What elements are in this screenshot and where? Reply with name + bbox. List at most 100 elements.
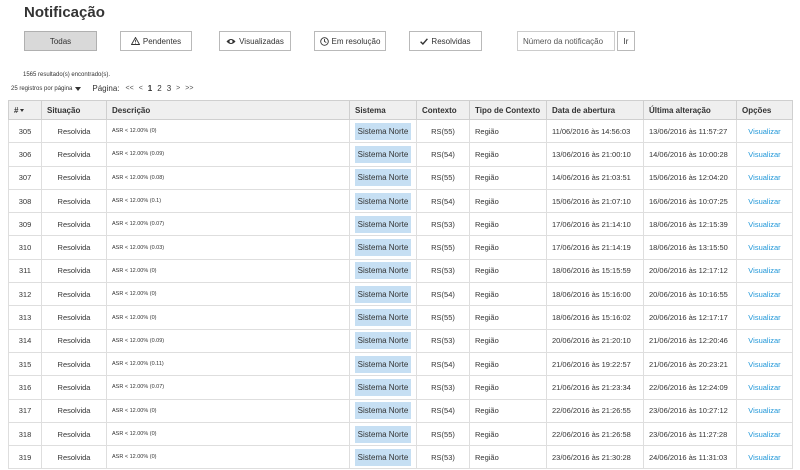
cell-opened-date: 20/06/2016 às 21:20:10 [552,336,631,346]
cell-context-type: Região [475,219,499,229]
first-page-link[interactable]: << [126,85,134,92]
col-header-descricao[interactable]: Descrição [106,100,350,120]
cell-context: RS(54) [431,196,455,206]
view-link[interactable]: Visualizar [748,430,780,439]
cell-opened-date-cell: 20/06/2016 às 21:20:10 [546,328,644,353]
cell-opened-date: 14/06/2016 às 21:03:51 [552,173,631,183]
col-header-sistema[interactable]: Sistema [349,100,417,120]
cell-context: RS(53) [431,336,455,346]
cell-description: ASR < 12.00% (0.07) [112,384,165,391]
cell-system-cell: Sistema Norte [349,188,417,214]
go-button[interactable]: Ir [617,31,635,51]
col-header-ultima-alteracao[interactable]: Última alteração [643,100,737,120]
cell-id: 311 [19,266,31,276]
cell-status-cell: Resolvida [41,305,107,330]
cell-system: Sistema Norte [354,355,412,373]
view-link[interactable]: Visualizar [748,243,780,252]
page-link[interactable]: 2 [157,84,161,93]
view-link-cell: Visualizar [736,212,793,237]
table-row: 317 Resolvida ASR < 12.00% (0) Sistema Nort… [8,398,793,423]
view-link[interactable]: Visualizar [748,313,780,322]
filter-todas-button[interactable]: Todas [24,31,97,51]
notification-number-input[interactable] [517,31,615,51]
table-row: 318 Resolvida ASR < 12.00% (0) Sistema Nort… [8,421,793,447]
per-page-select[interactable]: 25 registros por página [11,86,82,92]
view-link[interactable]: Visualizar [748,173,780,182]
table-header-row: # Situação Descrição Sistema Contexto Ti… [8,100,793,120]
cell-context-type-cell: Região [469,142,547,167]
cell-changed-date-cell: 18/06/2016 às 12:15:39 [643,212,737,237]
table-row: 311 Resolvida ASR < 12.00% (0) Sistema Nort… [8,258,793,284]
cell-system: Sistema Norte [354,122,412,140]
cell-status: Resolvida [57,452,91,462]
cell-status-cell: Resolvida [41,375,107,400]
view-link[interactable]: Visualizar [748,220,780,229]
cell-id-cell: 314 [8,328,42,353]
prev-page-link[interactable]: < [139,85,143,92]
cell-description: ASR < 12.00% (0) [112,128,157,135]
cell-description-cell: ASR < 12.00% (0) [106,445,350,470]
cell-id-cell: 305 [8,118,42,144]
table-row: 319 Resolvida ASR < 12.00% (0) Sistema Nort… [8,445,793,470]
page-link[interactable]: 3 [167,84,171,93]
cell-changed-date: 23/06/2016 às 10:27:12 [649,406,728,416]
col-header-data-abertura[interactable]: Data de abertura [546,100,644,120]
cell-opened-date-cell: 13/06/2016 às 21:00:10 [546,142,644,167]
view-link[interactable]: Visualizar [748,336,780,345]
cell-description-cell: ASR < 12.00% (0.1) [106,188,350,214]
view-link[interactable]: Visualizar [748,290,780,299]
cell-context-cell: RS(54) [416,398,470,423]
cell-opened-date: 17/06/2016 às 21:14:19 [552,243,631,253]
cell-system-cell: Sistema Norte [349,165,417,190]
filter-visualizadas-button[interactable]: Visualizadas [219,31,291,51]
next-page-link[interactable]: > [176,85,180,92]
col-header-id[interactable]: # [8,100,42,120]
cell-context-cell: RS(53) [416,328,470,353]
cell-description: ASR < 12.00% (0.09) [112,337,165,344]
cell-context-type: Região [475,243,499,253]
cell-context-cell: RS(53) [416,375,470,400]
filter-pendentes-button[interactable]: Pendentes [120,31,192,51]
cell-status-cell: Resolvida [41,235,107,260]
cell-opened-date-cell: 15/06/2016 às 21:07:10 [546,188,644,214]
cell-changed-date: 24/06/2016 às 11:31:03 [649,452,728,462]
filter-resolvidas-button[interactable]: Resolvidas [409,31,482,51]
cell-changed-date: 18/06/2016 às 13:15:50 [649,243,728,253]
view-link[interactable]: Visualizar [748,150,780,159]
cell-description-cell: ASR < 12.00% (0.09) [106,328,350,353]
view-link[interactable]: Visualizar [748,406,780,415]
cell-opened-date: 13/06/2016 às 21:00:10 [552,149,631,159]
cell-description: ASR < 12.00% (0) [112,314,157,321]
cell-opened-date: 17/06/2016 às 21:14:10 [552,219,631,229]
view-link[interactable]: Visualizar [748,383,780,392]
col-header-contexto[interactable]: Contexto [416,100,470,120]
cell-changed-date-cell: 15/06/2016 às 12:04:20 [643,165,737,190]
cell-description: ASR < 12.00% (0.08) [112,174,165,181]
col-header-situacao[interactable]: Situação [41,100,107,120]
cell-context-type: Região [475,149,499,159]
cell-system-cell: Sistema Norte [349,118,417,144]
cell-status-cell: Resolvida [41,351,107,377]
cell-id-cell: 306 [8,142,42,167]
view-link[interactable]: Visualizar [748,266,780,275]
last-page-link[interactable]: >> [185,85,193,92]
cell-changed-date: 21/06/2016 às 20:23:21 [649,359,728,369]
cell-context-type-cell: Região [469,188,547,214]
cell-system: Sistema Norte [354,145,412,163]
view-link[interactable]: Visualizar [748,360,780,369]
cell-status: Resolvida [57,196,91,206]
col-header-tipo-contexto[interactable]: Tipo de Contexto [469,100,547,120]
cell-id-cell: 311 [8,258,42,284]
filter-em-resolucao-button[interactable]: Em resolução [314,31,386,51]
page-link[interactable]: 1 [148,84,152,93]
cell-opened-date-cell: 17/06/2016 às 21:14:10 [546,212,644,237]
view-link[interactable]: Visualizar [748,453,780,462]
cell-id: 319 [18,452,32,462]
view-link[interactable]: Visualizar [748,127,780,136]
view-link[interactable]: Visualizar [748,197,780,206]
cell-changed-date-cell: 24/06/2016 às 11:31:03 [643,445,737,470]
cell-description: ASR < 12.00% (0) [112,291,157,298]
cell-changed-date: 20/06/2016 às 12:17:17 [649,313,728,323]
table-row: 312 Resolvida ASR < 12.00% (0) Sistema Nort… [8,282,793,307]
filter-label: Pendentes [142,36,182,46]
